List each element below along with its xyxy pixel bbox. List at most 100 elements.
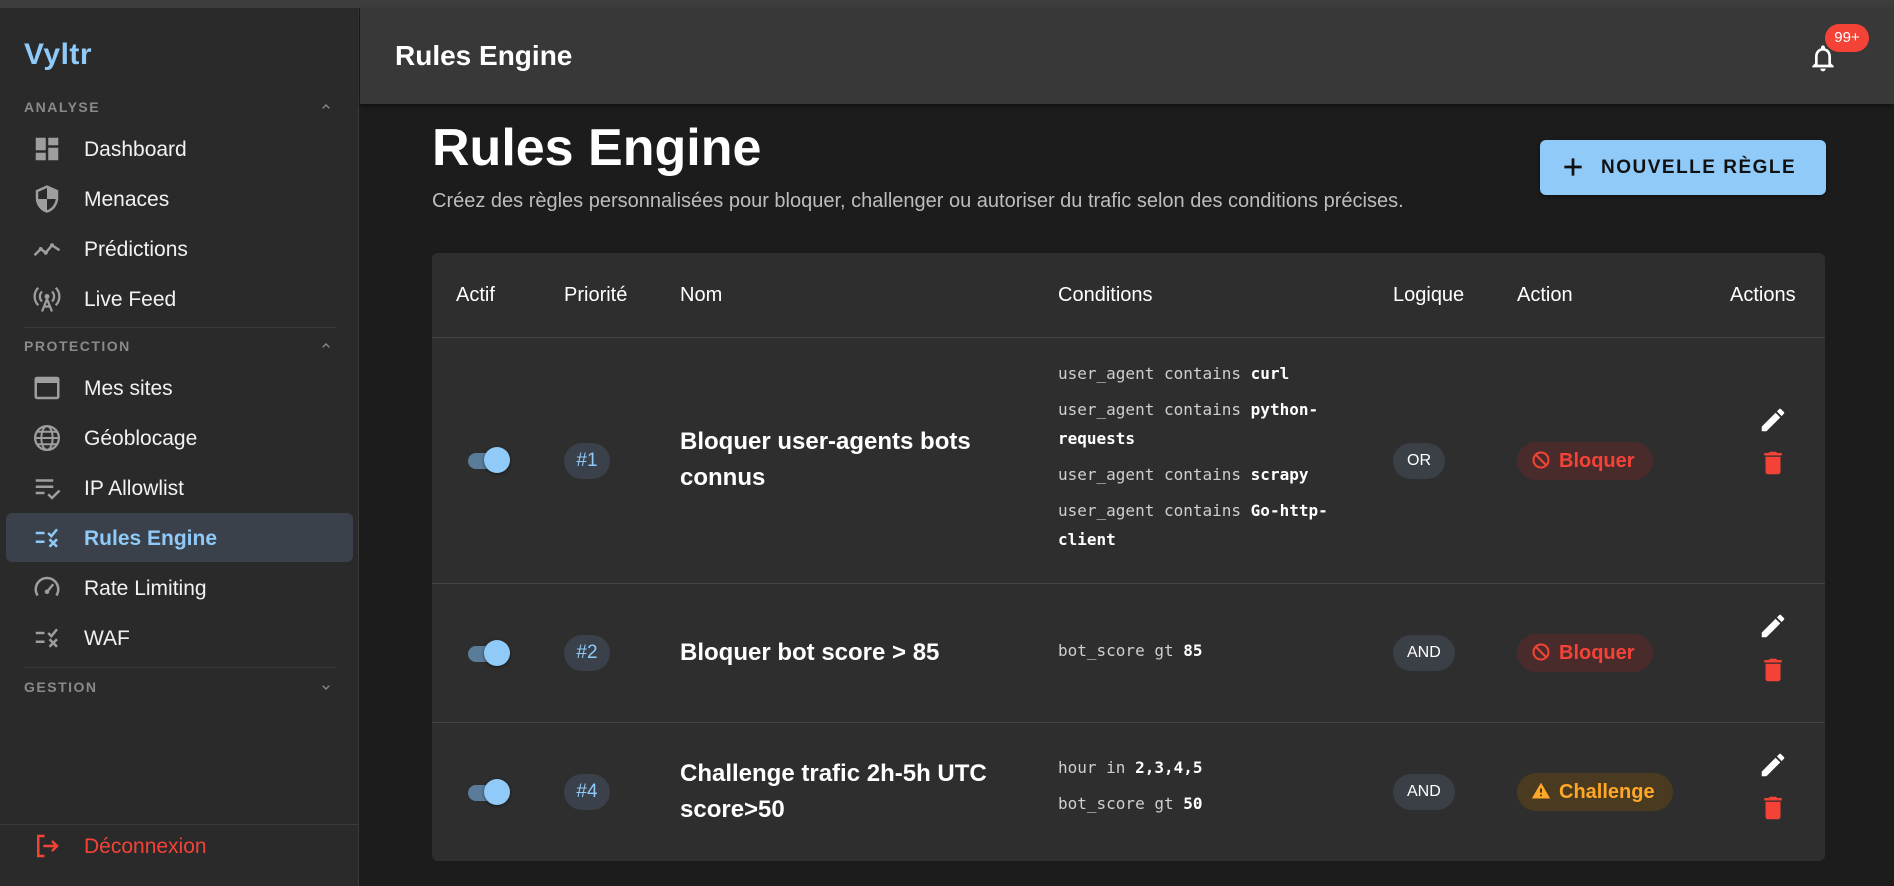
column-header-priorite: Priorité bbox=[564, 284, 628, 306]
action-chip-block: Bloquer bbox=[1517, 634, 1653, 672]
priority-chip: #4 bbox=[564, 774, 610, 810]
sidebar-item-live-feed[interactable]: Live Feed bbox=[6, 274, 353, 323]
checklist-icon bbox=[35, 479, 61, 500]
globe-icon bbox=[34, 425, 60, 451]
header-title: Rules Engine bbox=[395, 40, 573, 71]
priority-chip: #2 bbox=[564, 635, 610, 671]
dashboard-icon bbox=[35, 137, 59, 161]
conditions-list: bot_score gt 85 bbox=[1058, 636, 1358, 672]
conditions-list: hour in 2,3,4,5 bot_score gt 50 bbox=[1058, 753, 1358, 825]
sidebar-item-label: Menaces bbox=[84, 188, 170, 211]
condition-item: user_agent contains curl bbox=[1058, 364, 1290, 383]
rules-table: Actif Priorité Nom Conditions Logique Ac… bbox=[432, 253, 1825, 861]
section-title: ANALYSE bbox=[24, 99, 101, 115]
rule-name: Bloquer user-agents bots connus bbox=[680, 428, 971, 491]
notification-badge: 99+ bbox=[1825, 24, 1869, 52]
new-rule-label: NOUVELLE RÈGLE bbox=[1601, 157, 1797, 178]
toggle-knob bbox=[484, 640, 510, 666]
active-toggle[interactable] bbox=[468, 446, 510, 474]
sidebar-item-label: Géoblocage bbox=[84, 427, 198, 450]
table-row[interactable]: #1 Bloquer user-agents bots connus user_… bbox=[432, 338, 1825, 584]
priority-chip: #1 bbox=[564, 443, 610, 479]
rules-icon bbox=[35, 528, 58, 548]
action-label: Bloquer bbox=[1559, 450, 1635, 472]
active-toggle[interactable] bbox=[468, 639, 510, 667]
page-title: Rules Engine bbox=[432, 119, 762, 177]
active-toggle[interactable] bbox=[468, 778, 510, 806]
sidebar-item-rules-engine[interactable]: Rules Engine bbox=[6, 513, 353, 562]
logic-chip: AND bbox=[1393, 774, 1455, 810]
condition-item: user_agent contains scrapy bbox=[1058, 465, 1309, 484]
rules-icon bbox=[35, 628, 58, 648]
trend-icon bbox=[33, 243, 61, 257]
sidebar-item-label: Rate Limiting bbox=[84, 577, 207, 600]
sidebar-item-label: Mes sites bbox=[84, 377, 173, 400]
condition-item: user_agent contains Go-http-client bbox=[1058, 501, 1328, 549]
column-header-actif: Actif bbox=[456, 284, 495, 306]
action-chip-block: Bloquer bbox=[1517, 442, 1653, 480]
warning-icon bbox=[1531, 782, 1551, 799]
sidebar-item-rate-limiting[interactable]: Rate Limiting bbox=[6, 563, 353, 612]
section-title: GESTION bbox=[24, 679, 98, 695]
column-header-actions: Actions bbox=[1730, 284, 1796, 306]
sidebar-item-label: WAF bbox=[84, 627, 130, 650]
chevron-up-icon bbox=[322, 104, 330, 109]
table-row[interactable]: #4 Challenge trafic 2h-5h UTC score>50 h… bbox=[432, 723, 1825, 861]
sidebar-item-label: Rules Engine bbox=[84, 527, 218, 550]
plus-icon bbox=[1564, 158, 1582, 176]
toggle-knob bbox=[484, 447, 510, 473]
logic-chip: AND bbox=[1393, 635, 1455, 671]
logout-button[interactable]: Déconnexion bbox=[6, 826, 353, 866]
speedometer-icon bbox=[34, 576, 60, 597]
condition-item: user_agent contains python-requests bbox=[1058, 400, 1319, 448]
conditions-list: user_agent contains curl user_agent cont… bbox=[1058, 359, 1358, 561]
condition-item: bot_score gt 85 bbox=[1058, 641, 1203, 660]
sidebar-item-geoblocage[interactable]: Géoblocage bbox=[6, 413, 353, 462]
block-icon bbox=[1532, 451, 1550, 469]
shield-icon bbox=[35, 185, 59, 213]
edit-icon[interactable] bbox=[1758, 611, 1788, 641]
delete-icon[interactable] bbox=[1758, 655, 1788, 685]
sidebar-item-label: Prédictions bbox=[84, 238, 188, 261]
table-row[interactable]: #2 Bloquer bot score > 85 bot_score gt 8… bbox=[432, 584, 1825, 723]
sidebar-item-label: Live Feed bbox=[84, 288, 177, 311]
toggle-knob bbox=[484, 779, 510, 805]
action-chip-challenge: Challenge bbox=[1517, 773, 1673, 811]
rule-name: Challenge trafic 2h-5h UTC score>50 bbox=[680, 760, 987, 823]
chevron-down-icon bbox=[322, 685, 330, 690]
column-header-nom: Nom bbox=[680, 284, 723, 306]
new-rule-button[interactable]: NOUVELLE RÈGLE bbox=[1540, 140, 1826, 195]
sidebar-divider bbox=[0, 824, 359, 825]
edit-icon[interactable] bbox=[1758, 750, 1788, 780]
section-header-gestion[interactable]: GESTION bbox=[24, 679, 334, 699]
sidebar-item-mes-sites[interactable]: Mes sites bbox=[6, 363, 353, 412]
delete-icon[interactable] bbox=[1758, 448, 1788, 478]
action-label: Bloquer bbox=[1559, 642, 1635, 664]
sidebar-item-label: Dashboard bbox=[84, 138, 187, 161]
logic-chip: OR bbox=[1393, 443, 1445, 479]
window-top-strip bbox=[0, 0, 1894, 8]
window-icon bbox=[34, 376, 60, 400]
sidebar-item-ip-allowlist[interactable]: IP Allowlist bbox=[6, 463, 353, 512]
section-header-analyse[interactable]: ANALYSE bbox=[24, 99, 334, 119]
top-app-bar: Rules Engine 99+ bbox=[360, 8, 1894, 104]
sidebar-item-label: IP Allowlist bbox=[84, 477, 184, 500]
sidebar-item-menaces[interactable]: Menaces bbox=[6, 174, 353, 223]
sidebar-item-predictions[interactable]: Prédictions bbox=[6, 224, 353, 273]
broadcast-icon bbox=[33, 286, 61, 312]
section-header-protection[interactable]: PROTECTION bbox=[24, 338, 334, 358]
column-header-logique: Logique bbox=[1393, 284, 1465, 306]
condition-item: bot_score gt 50 bbox=[1058, 794, 1203, 813]
sidebar: Vyltr ANALYSE Dashboard Menaces Prédicti… bbox=[0, 8, 359, 886]
sidebar-item-waf[interactable]: WAF bbox=[6, 613, 353, 662]
logout-icon bbox=[37, 834, 59, 858]
sidebar-item-dashboard[interactable]: Dashboard bbox=[6, 124, 353, 173]
brand-logo[interactable]: Vyltr bbox=[24, 38, 92, 72]
column-header-action: Action bbox=[1517, 284, 1573, 306]
column-header-conditions: Conditions bbox=[1058, 284, 1153, 306]
action-label: Challenge bbox=[1559, 781, 1655, 803]
sidebar-divider bbox=[24, 667, 336, 668]
edit-icon[interactable] bbox=[1758, 405, 1788, 435]
delete-icon[interactable] bbox=[1758, 793, 1788, 823]
page-subtitle: Créez des règles personnalisées pour blo… bbox=[432, 190, 1404, 212]
